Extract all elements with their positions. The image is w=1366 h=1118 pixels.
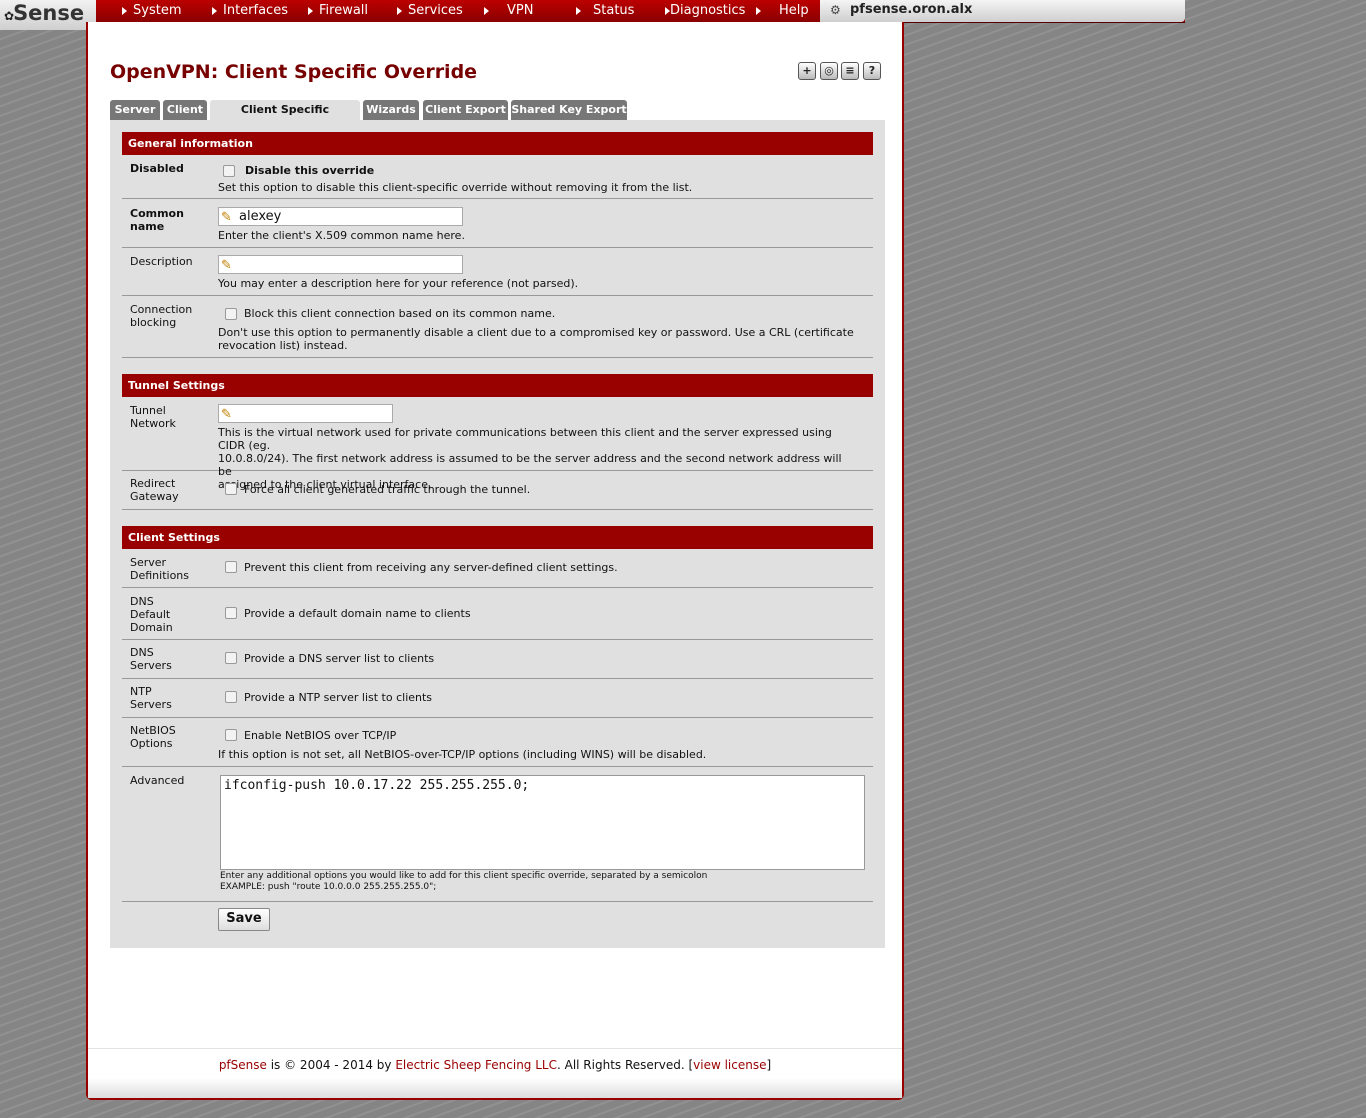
row-netbios-options: NetBIOS Options Enable NetBIOS over TCP/I… xyxy=(122,718,873,767)
menu-arrow-icon xyxy=(756,6,761,15)
footer-company-link[interactable]: Electric Sheep Fencing LLC xyxy=(395,1058,557,1072)
tunnel-network-label: Tunnel Network xyxy=(130,404,176,430)
logo-mark-icon: ✿ xyxy=(4,9,14,23)
common-name-desc: Enter the client's X.509 common name her… xyxy=(218,229,465,242)
pencil-icon: ✎ xyxy=(221,210,232,225)
redirect-gateway-text: Force all client generated traffic throu… xyxy=(244,483,531,496)
netbios-options-label: NetBIOS Options xyxy=(130,724,176,750)
dns-default-domain-checkbox[interactable] xyxy=(225,607,237,619)
add-icon[interactable]: + xyxy=(798,62,816,80)
netbios-text: Enable NetBIOS over TCP/IP xyxy=(244,729,397,742)
view-license-link[interactable]: view license xyxy=(693,1058,766,1072)
log-icon[interactable]: ≡ xyxy=(841,62,859,80)
hostname: pfsense.oron.alx xyxy=(850,2,973,17)
tab-wizards[interactable]: Wizards xyxy=(363,100,419,120)
menu-arrow-icon xyxy=(122,6,127,15)
row-dns-servers: DNS Servers Provide a DNS server list to … xyxy=(122,640,873,679)
row-connection-blocking: Connection blocking Block this client con… xyxy=(122,296,873,358)
pencil-icon: ✎ xyxy=(221,258,232,273)
advanced-label: Advanced xyxy=(130,774,185,787)
dns-default-domain-text: Provide a default domain name to clients xyxy=(244,607,471,620)
ntp-servers-label: NTP Servers xyxy=(130,685,172,711)
dns-servers-text: Provide a DNS server list to clients xyxy=(244,652,435,665)
advanced-textarea[interactable]: ifconfig-push 10.0.17.22 255.255.255.0; xyxy=(220,775,865,870)
row-tunnel-network: Tunnel Network ✎ This is the virtual netw… xyxy=(122,397,873,491)
row-common-name: Common name ✎ alexey Enter the client's X… xyxy=(122,199,873,248)
tab-client[interactable]: Client xyxy=(163,100,207,120)
row-redirect-gateway: Redirect Gateway Force all client generat… xyxy=(122,471,873,510)
row-description: Description ✎ You may enter a descriptio… xyxy=(122,248,873,296)
disable-override-checkbox[interactable] xyxy=(223,165,235,177)
page-title: OpenVPN: Client Specific Override xyxy=(110,61,478,83)
redirect-gateway-checkbox[interactable] xyxy=(225,483,237,495)
network-icon: ⚙ xyxy=(830,3,841,17)
nav-services[interactable]: Services xyxy=(397,0,463,22)
disabled-desc: Set this option to disable this client-s… xyxy=(218,181,693,194)
tab-shared-key-export[interactable]: Shared Key Export xyxy=(511,100,627,120)
nav-vpn[interactable]: VPN xyxy=(484,0,533,22)
disabled-label: Disabled xyxy=(130,162,184,175)
common-name-input[interactable]: ✎ alexey xyxy=(218,207,463,226)
section-general-information: General information xyxy=(122,132,873,155)
nav-status[interactable]: Status xyxy=(576,0,634,22)
nav-system[interactable]: System xyxy=(122,0,181,22)
block-connection-checkbox[interactable] xyxy=(225,308,237,320)
top-nav: ✿Sense System Interfaces Firewall Servic… xyxy=(0,0,1185,30)
footer: pfSense is © 2004 - 2014 by Electric She… xyxy=(218,1058,772,1072)
help-icon[interactable]: ? xyxy=(863,62,881,80)
dns-default-domain-label: DNS Default Domain xyxy=(130,595,173,634)
netbios-desc: If this option is not set, all NetBIOS-o… xyxy=(218,748,707,761)
menu-arrow-icon xyxy=(484,6,489,15)
hostname-box: ⚙ pfsense.oron.alx xyxy=(820,0,1185,22)
server-definitions-label: Server Definitions xyxy=(130,556,189,582)
section-tunnel-settings: Tunnel Settings xyxy=(122,374,873,397)
ntp-servers-checkbox[interactable] xyxy=(225,691,237,703)
dns-servers-label: DNS Servers xyxy=(130,646,172,672)
ntp-servers-text: Provide a NTP server list to clients xyxy=(244,691,433,704)
redirect-gateway-label: Redirect Gateway xyxy=(130,477,179,503)
tab-client-specific-overrides[interactable]: Client Specific Overrides xyxy=(210,100,360,136)
description-input[interactable]: ✎ xyxy=(218,255,463,274)
server-definitions-checkbox[interactable] xyxy=(225,561,237,573)
footer-divider xyxy=(88,1048,902,1049)
menu-arrow-icon xyxy=(576,6,581,15)
description-desc: You may enter a description here for you… xyxy=(218,277,579,290)
tab-client-export[interactable]: Client Export xyxy=(423,100,508,120)
section-client-settings: Client Settings xyxy=(122,526,873,549)
block-connection-text: Block this client connection based on it… xyxy=(244,307,556,320)
disable-override-text: Disable this override xyxy=(245,164,375,177)
save-button[interactable]: Save xyxy=(218,908,270,931)
row-ntp-servers: NTP Servers Provide a NTP server list to … xyxy=(122,679,873,718)
nav-help[interactable]: Help xyxy=(756,0,809,22)
advanced-note: Enter any additional options you would l… xyxy=(220,871,708,892)
description-label: Description xyxy=(130,255,193,268)
nav-interfaces[interactable]: Interfaces xyxy=(212,0,288,22)
netbios-checkbox[interactable] xyxy=(225,729,237,741)
row-server-definitions: Server Definitions Prevent this client fr… xyxy=(122,549,873,588)
connection-blocking-label: Connection blocking xyxy=(130,303,193,329)
dns-servers-checkbox[interactable] xyxy=(225,652,237,664)
server-definitions-text: Prevent this client from receiving any s… xyxy=(244,561,618,574)
menu-arrow-icon xyxy=(212,6,217,15)
nav-diagnostics[interactable]: Diagnostics xyxy=(665,0,745,22)
row-disabled: Disabled Disable this override Set this … xyxy=(122,155,873,199)
status-icon[interactable]: ◎ xyxy=(820,62,838,80)
connection-blocking-desc: Don't use this option to permanently dis… xyxy=(218,326,854,352)
menu-arrow-icon xyxy=(397,6,402,15)
row-dns-default-domain: DNS Default Domain Provide a default domai… xyxy=(122,588,873,640)
menu-arrow-icon xyxy=(308,6,313,15)
tunnel-network-input[interactable]: ✎ xyxy=(218,404,393,423)
pencil-icon: ✎ xyxy=(221,407,232,422)
footer-brand-link[interactable]: pfSense xyxy=(219,1058,267,1072)
pfsense-logo[interactable]: ✿Sense xyxy=(0,0,96,30)
nav-firewall[interactable]: Firewall xyxy=(308,0,368,22)
footer-band xyxy=(88,1078,902,1098)
tab-server[interactable]: Server xyxy=(110,100,160,120)
common-name-label: Common name xyxy=(130,207,184,233)
